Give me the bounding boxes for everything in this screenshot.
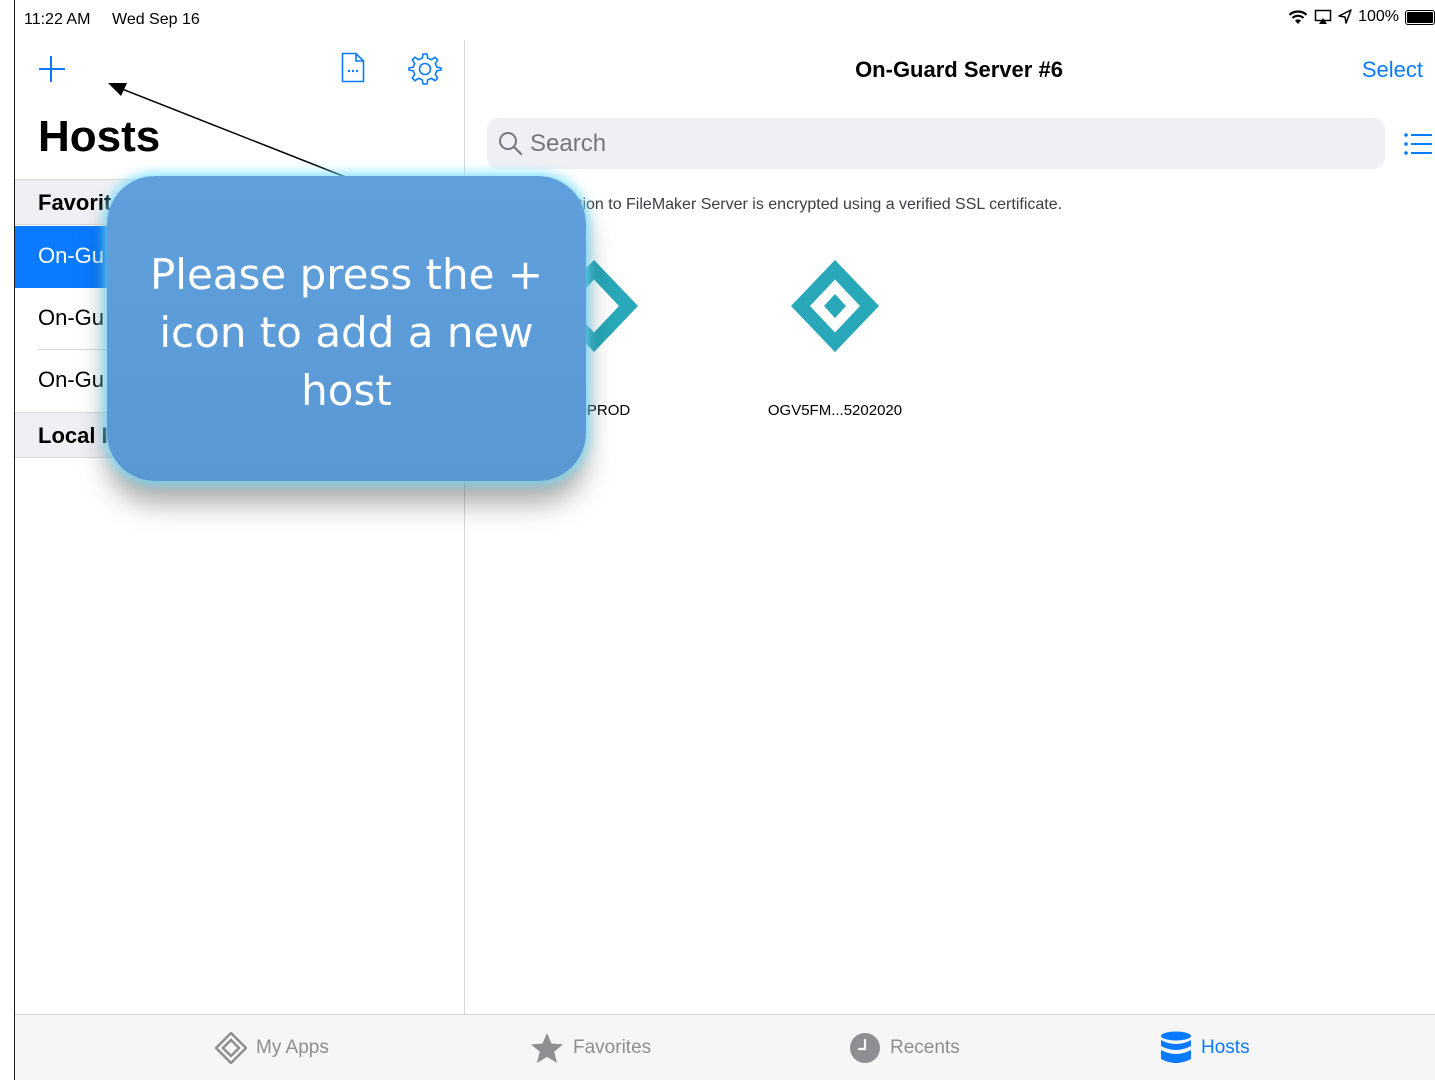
tab-label: Favorites [573, 1037, 652, 1058]
section-header-label: Favorit [38, 190, 112, 215]
status-date: Wed Sep 16 [112, 11, 200, 28]
search-input[interactable]: Search [487, 118, 1385, 169]
list-view-icon[interactable] [1403, 132, 1433, 156]
tab-label: My Apps [256, 1037, 329, 1058]
window-left-edge [0, 0, 15, 1080]
file-item[interactable]: OGV5FM...5202020 [740, 258, 930, 419]
battery-percent: 100% [1358, 8, 1399, 25]
tab-my-apps[interactable]: My Apps [215, 1015, 329, 1080]
search-icon [499, 132, 523, 156]
location-icon [1338, 9, 1352, 24]
status-indicators: 100% [1288, 8, 1435, 26]
tab-hosts[interactable]: Hosts [1160, 1015, 1250, 1080]
sidebar-toolbar [15, 40, 465, 100]
tab-favorites[interactable]: Favorites [530, 1015, 651, 1080]
star-icon [531, 1033, 563, 1063]
tab-bar: My Apps Favorites Recents Hosts [15, 1014, 1435, 1080]
host-row-label: On-Gu [38, 367, 105, 392]
add-host-button[interactable] [37, 54, 67, 84]
select-button[interactable]: Select [1362, 57, 1423, 83]
status-time: 11:22 AM [24, 11, 91, 28]
ssl-note: tion to FileMaker Server is encrypted us… [578, 196, 1063, 213]
main-panel: On-Guard Server #6 Select Search tion to… [466, 40, 1435, 1014]
host-row-label: On-Gu [38, 305, 105, 330]
filemaker-file-icon [791, 260, 879, 352]
battery-icon [1405, 9, 1435, 25]
file-name: OGV5FM...5202020 [767, 402, 903, 419]
airplay-icon [1314, 9, 1332, 24]
section-header-label: Local I [38, 423, 108, 448]
tutorial-callout: Please press the + icon to add a new hos… [107, 176, 586, 481]
document-icon[interactable] [341, 52, 365, 83]
tab-label: Recents [890, 1037, 960, 1058]
gear-icon[interactable] [408, 52, 442, 86]
wifi-icon [1288, 10, 1308, 24]
database-icon [1161, 1031, 1191, 1063]
clock-icon [850, 1033, 880, 1063]
sidebar-title: Hosts [38, 112, 161, 161]
page-title: On-Guard Server #6 [855, 57, 1063, 82]
tab-recents[interactable]: Recents [849, 1015, 960, 1080]
status-bar: 11:22 AM Wed Sep 16 100% [15, 0, 1435, 40]
host-row-label: On-Gu [38, 243, 105, 268]
callout-text: Please press the + icon to add a new hos… [149, 250, 544, 415]
tab-label: Hosts [1201, 1037, 1250, 1058]
my-apps-icon [215, 1032, 247, 1064]
search-placeholder: Search [530, 130, 607, 157]
